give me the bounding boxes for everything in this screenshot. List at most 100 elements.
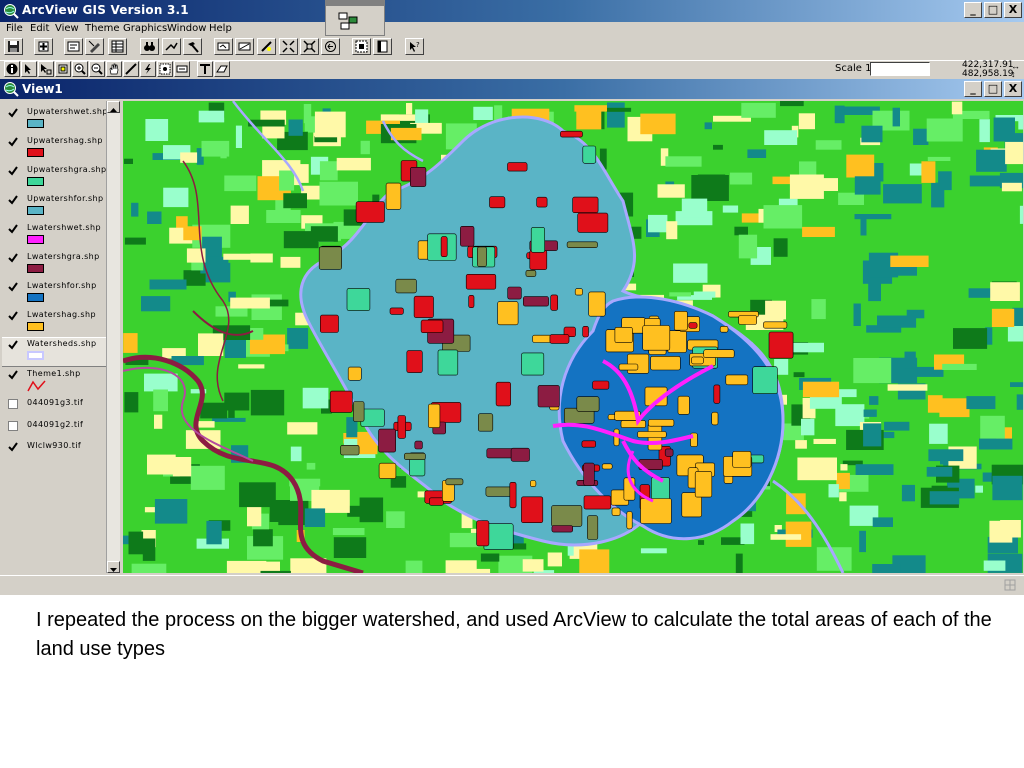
checkbox-checked-icon[interactable] [8, 195, 18, 205]
legend-item[interactable]: Lwatershfor.shp [2, 280, 119, 308]
zoom-full-extent-button[interactable] [214, 38, 233, 55]
legend-swatch [27, 119, 44, 128]
area-of-interest-tool[interactable] [157, 61, 173, 77]
menu-view[interactable]: View [55, 23, 79, 34]
palette-drag-bar[interactable] [326, 1, 384, 6]
select-features-button[interactable] [352, 38, 371, 55]
save-button[interactable] [4, 38, 23, 55]
checkbox-checked-icon[interactable] [8, 340, 18, 350]
view-close-button[interactable]: X [1004, 81, 1022, 97]
checkbox-checked-icon[interactable] [8, 108, 18, 118]
help-button[interactable]: ? [405, 38, 424, 55]
pointer-tool[interactable] [21, 61, 37, 77]
legend-item[interactable]: Lwatershgra.shp [2, 251, 119, 279]
zoom-selected-icon [261, 41, 272, 52]
view-minimize-button[interactable]: _ [964, 81, 982, 97]
pan-tool[interactable] [106, 61, 122, 77]
land-cover-cell [735, 553, 743, 573]
land-use-patch [719, 326, 729, 333]
checkbox-empty-icon[interactable] [8, 399, 18, 409]
button-bar: ? [0, 38, 1024, 58]
menu-theme[interactable]: Theme [85, 23, 120, 34]
legend-item[interactable]: Upwatershfor.shp [2, 193, 119, 221]
checkbox-checked-icon[interactable] [8, 137, 18, 147]
zoom-to-themes-button[interactable] [235, 38, 254, 55]
toc-scrollbar[interactable] [106, 101, 120, 573]
land-cover-cell [863, 423, 882, 447]
menu-edit[interactable]: Edit [30, 23, 49, 34]
close-button[interactable]: X [1004, 2, 1022, 18]
land-use-patch [318, 246, 342, 270]
query-builder-button[interactable] [183, 38, 202, 55]
scroll-up-arrow[interactable] [107, 101, 120, 113]
checkbox-checked-icon[interactable] [8, 282, 18, 292]
land-cover-cell [813, 438, 836, 444]
table-of-contents[interactable]: Upwatershwet.shp Upwatershag.shp Upwatersh… [2, 101, 119, 573]
land-cover-cell [280, 256, 301, 268]
legend-item[interactable]: Wlclw930.tif [2, 440, 119, 460]
measure-tool[interactable] [123, 61, 139, 77]
app-titlebar[interactable]: ArcView GIS Version 3.1 _ □ X [0, 0, 1024, 22]
land-cover-cell [1019, 205, 1023, 224]
legend-item[interactable]: Upwatershag.shp [2, 135, 119, 163]
resize-grip-icon[interactable] [1004, 579, 1016, 591]
open-table-button[interactable] [108, 38, 127, 55]
zoom-previous-button[interactable] [321, 38, 340, 55]
zoom-to-selected-button[interactable] [257, 38, 276, 55]
select-feature-tool[interactable] [55, 61, 71, 77]
land-cover-cell [738, 234, 758, 259]
checkbox-checked-icon[interactable] [8, 311, 18, 321]
scroll-down-arrow[interactable] [107, 561, 120, 573]
legend-label: Lwatershwet.shp [27, 223, 101, 232]
land-cover-cell [926, 118, 963, 142]
legend-item[interactable]: Lwatershag.shp [2, 309, 119, 337]
locate-address-button[interactable] [162, 38, 181, 55]
label-tool[interactable] [174, 61, 190, 77]
menu-window[interactable]: Window [167, 23, 206, 34]
view-titlebar[interactable]: View1 _ □ X [0, 79, 1024, 99]
draw-tool[interactable] [214, 61, 230, 77]
scale-input[interactable] [870, 62, 930, 76]
hotlink-tool[interactable] [140, 61, 156, 77]
checkbox-checked-icon[interactable] [8, 253, 18, 263]
add-theme-button[interactable] [34, 38, 53, 55]
checkbox-empty-icon[interactable] [8, 421, 18, 431]
edit-legend-button[interactable] [85, 38, 104, 55]
theme-properties-button[interactable] [64, 38, 83, 55]
legend-item[interactable]: Upwatershwet.shp [2, 106, 119, 134]
checkbox-checked-icon[interactable] [8, 166, 18, 176]
checkbox-checked-icon[interactable] [8, 442, 18, 452]
legend-item[interactable]: Watersheds.shp [2, 337, 119, 367]
legend-item[interactable]: Theme1.shp [2, 368, 119, 396]
legend-item[interactable]: 044091g3.tif [2, 397, 119, 417]
text-tool[interactable] [197, 61, 213, 77]
maximize-button[interactable]: □ [984, 2, 1002, 18]
land-cover-cell [163, 187, 189, 208]
identify-tool[interactable] [4, 61, 20, 77]
clear-selection-button[interactable] [373, 38, 392, 55]
zoom-out-tool[interactable] [89, 61, 105, 77]
land-cover-cell [797, 457, 837, 481]
find-button[interactable] [140, 38, 159, 55]
zoom-in-tool[interactable] [72, 61, 88, 77]
menu-help[interactable]: Help [209, 23, 232, 34]
land-cover-cell [579, 549, 610, 573]
land-cover-cell [673, 263, 708, 283]
legend-item[interactable]: Upwatershgra.shp [2, 164, 119, 192]
legend-label: Upwatershfor.shp [27, 194, 104, 203]
menu-file[interactable]: File [6, 23, 23, 34]
land-cover-cell [319, 181, 358, 206]
zoom-in-button[interactable] [279, 38, 298, 55]
legend-item[interactable]: 044091g2.tif [2, 419, 119, 439]
checkbox-checked-icon[interactable] [8, 370, 18, 380]
map-display[interactable] [123, 101, 1023, 573]
minimize-button[interactable]: _ [964, 2, 982, 18]
view-maximize-button[interactable]: □ [984, 81, 1002, 97]
zoom-out-button[interactable] [300, 38, 319, 55]
checkbox-checked-icon[interactable] [8, 224, 18, 234]
vertex-edit-tool[interactable] [38, 61, 54, 77]
land-use-patch [465, 274, 497, 290]
menu-graphics[interactable]: Graphics [123, 23, 167, 34]
legend-item[interactable]: Lwatershwet.shp [2, 222, 119, 250]
land-use-patch [510, 447, 530, 462]
